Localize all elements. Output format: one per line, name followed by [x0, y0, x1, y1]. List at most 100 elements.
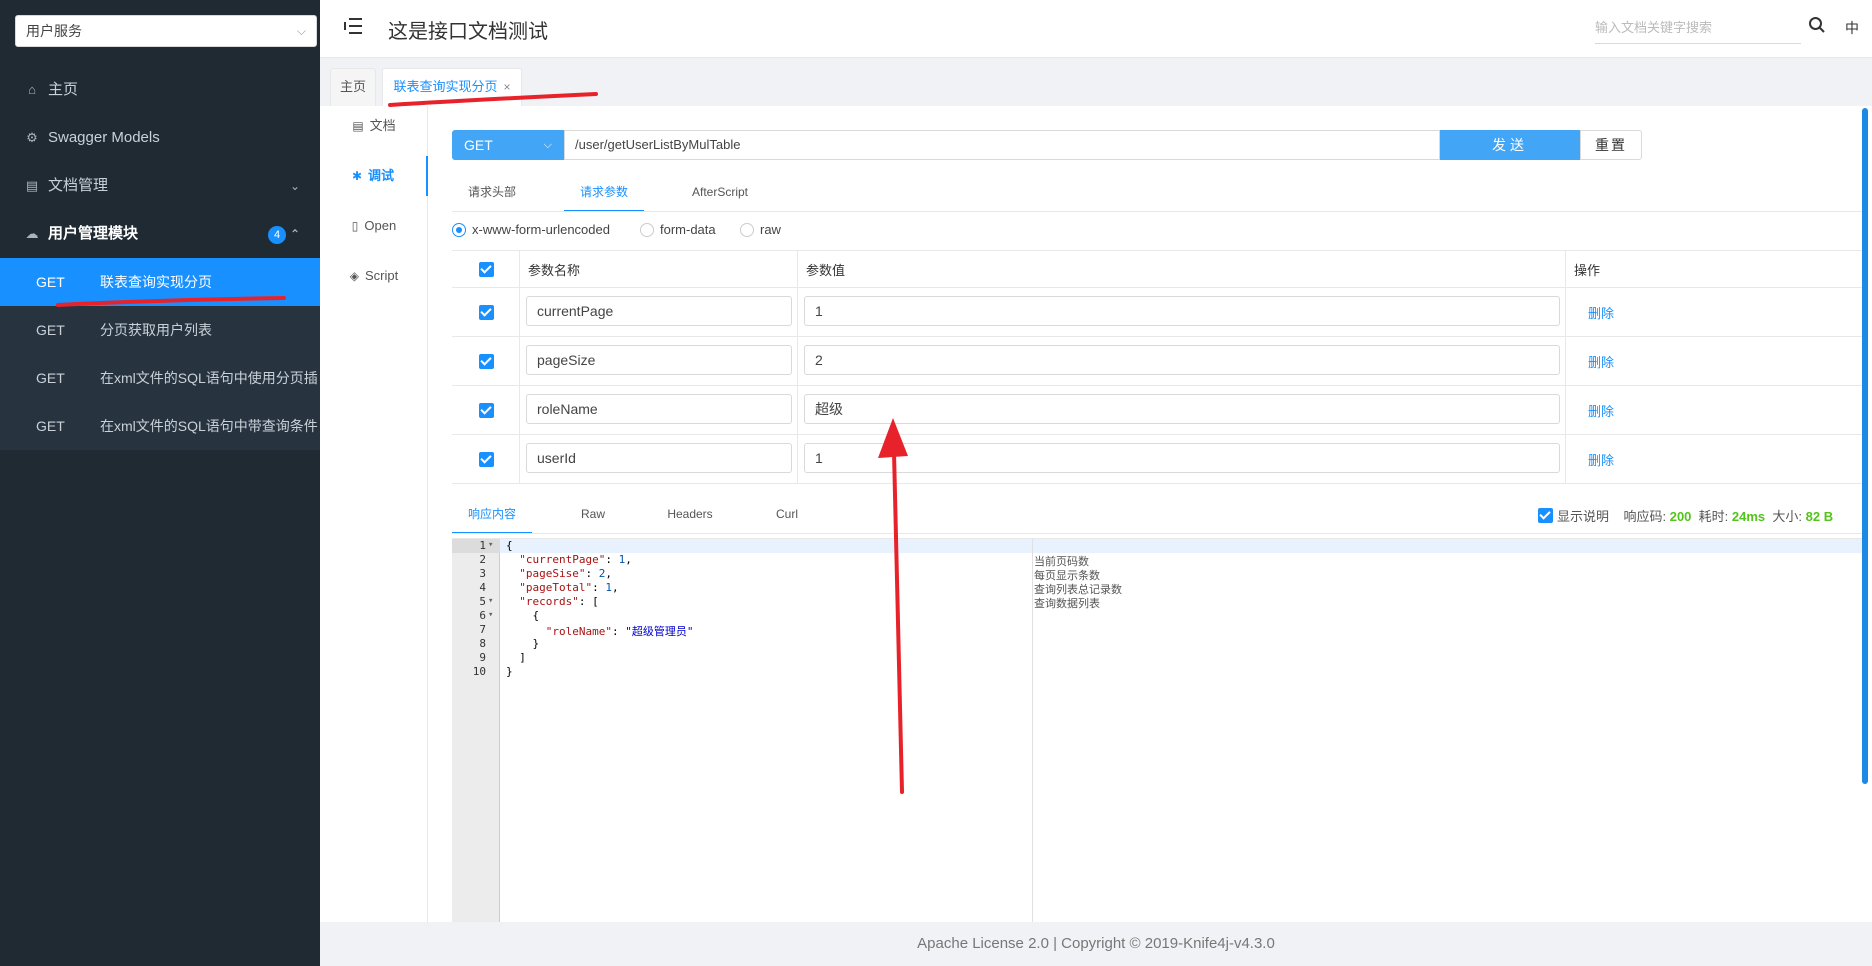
code-token: { — [506, 609, 540, 622]
vnav-doc[interactable]: ▤ 文档 — [320, 106, 428, 146]
radio-form-data[interactable]: form-data — [640, 222, 716, 238]
op-cell: 删除 — [1566, 386, 1686, 434]
radio-icon — [640, 222, 654, 237]
radio-label: x-www-form-urlencoded — [472, 222, 610, 237]
name-cell: pageSize — [520, 337, 798, 385]
param-value-input[interactable]: 超级 — [804, 394, 1560, 424]
response-editor[interactable]: 1 ▾{2 "currentPage": 1, 3 "pageSise": 2, 4 … — [452, 538, 1862, 923]
tab-response-headers[interactable]: Headers — [654, 498, 726, 534]
vnav-script[interactable]: ◈ Script — [320, 256, 428, 296]
code-line: { — [506, 539, 513, 552]
table-header-row: 参数名称 参数值 操作 — [452, 250, 1862, 288]
checkbox-cell — [452, 337, 520, 385]
footer: Apache License 2.0 | Copyright © 2019-Kn… — [320, 922, 1872, 966]
vnav-label: 调试 — [368, 168, 395, 183]
value-cell: 1 — [798, 435, 1566, 483]
row-checkbox[interactable] — [479, 305, 494, 320]
name-cell: currentPage — [520, 288, 798, 336]
method-select[interactable]: GET ⌵ — [452, 130, 564, 160]
param-name-input[interactable]: roleName — [526, 394, 792, 424]
delete-link[interactable]: 删除 — [1588, 401, 1614, 420]
row-checkbox[interactable] — [479, 354, 494, 369]
search-input[interactable]: 输入文档关键字搜索 — [1595, 14, 1801, 44]
param-name-input[interactable]: userId — [526, 443, 792, 473]
line-number: 3 — [479, 567, 486, 580]
language-switch[interactable]: 中 — [1845, 18, 1859, 38]
delete-link[interactable]: 删除 — [1588, 303, 1614, 322]
tab-home[interactable]: 主页 — [330, 68, 376, 106]
param-name-input[interactable]: pageSize — [526, 345, 792, 375]
doc-icon: ▤ — [352, 119, 364, 133]
close-icon[interactable]: × — [504, 80, 511, 94]
method-label: GET — [36, 274, 65, 290]
search-icon[interactable] — [1808, 16, 1826, 34]
vnav-label: Script — [365, 268, 399, 283]
param-value-input[interactable]: 1 — [804, 296, 1560, 326]
fold-toggle-icon[interactable]: ▾ — [488, 610, 493, 620]
response-meta: 显示说明 响应码: 200 耗时: 24ms 大小: 82 B — [1538, 506, 1833, 525]
menu-toggle-icon[interactable] — [344, 18, 362, 34]
tab-label: 主页 — [339, 79, 366, 94]
vnav-open[interactable]: ▯ Open — [320, 206, 428, 246]
code-token: "currentPage" — [519, 553, 606, 566]
tab-response-raw[interactable]: Raw — [558, 498, 628, 534]
sub-item-api-0[interactable]: GET 联表查询实现分页 — [0, 258, 320, 306]
sidebar-item-swagger-models[interactable]: ⚙ Swagger Models — [0, 114, 320, 162]
vnav-debug[interactable]: ✱ 调试 — [320, 156, 428, 196]
send-button[interactable]: 发送 — [1440, 130, 1580, 160]
sub-item-api-1[interactable]: GET 分页获取用户列表 — [0, 306, 320, 354]
service-select[interactable]: 用户服务 ⌵ — [15, 15, 317, 47]
sub-item-api-2[interactable]: GET 在xml文件的SQL语句中使用分页插 — [0, 354, 320, 402]
radio-label: form-data — [660, 222, 716, 237]
tab-request-headers[interactable]: 请求头部 — [452, 176, 532, 212]
code-line: "pageSise": 2, — [506, 567, 612, 580]
delete-link[interactable]: 删除 — [1588, 352, 1614, 371]
param-value-input[interactable]: 2 — [804, 345, 1560, 375]
code-token: "records" — [519, 595, 579, 608]
table-row: roleName 超级 删除 — [452, 386, 1862, 435]
radio-selected-icon — [452, 222, 466, 237]
code-line: { — [506, 609, 539, 622]
tabs-bar: 主页 联表查询实现分页 × — [320, 58, 1872, 106]
param-name-input[interactable]: currentPage — [526, 296, 792, 326]
param-value-input[interactable]: 1 — [804, 443, 1560, 473]
fold-toggle-icon[interactable]: ▾ — [488, 540, 493, 550]
tab-response-curl[interactable]: Curl — [752, 498, 822, 534]
tab-afterscript[interactable]: AfterScript — [680, 176, 760, 212]
sidebar: 用户服务 ⌵ ⌂ 主页 ⚙ Swagger Models ▤ 文档管理 ⌄ ☁ 用户管理… — [0, 0, 320, 966]
sidebar-item-user-module[interactable]: ☁ 用户管理模块 4 ⌃ — [0, 210, 320, 258]
tab-api-page[interactable]: 联表查询实现分页 × — [382, 68, 522, 106]
count-badge: 4 — [268, 226, 286, 244]
vertical-scrollbar[interactable] — [1862, 108, 1868, 784]
reset-button[interactable]: 重置 — [1580, 130, 1642, 160]
sidebar-item-doc-management[interactable]: ▤ 文档管理 ⌄ — [0, 162, 320, 210]
code-line: "currentPage": 1, — [506, 553, 632, 566]
select-all-checkbox[interactable] — [479, 262, 494, 277]
row-checkbox[interactable] — [479, 403, 494, 418]
tab-request-params[interactable]: 请求参数 — [564, 176, 644, 212]
line-number: 9 — [479, 651, 486, 664]
url-input[interactable]: /user/getUserListByMulTable — [564, 130, 1440, 160]
sidebar-item-home[interactable]: ⌂ 主页 — [0, 66, 320, 114]
tab-response-content[interactable]: 响应内容 — [452, 498, 532, 534]
code-token: , — [625, 553, 632, 566]
code-token: } — [506, 637, 540, 650]
radio-raw[interactable]: raw — [740, 222, 781, 238]
bug-icon: ✱ — [351, 169, 363, 183]
header: 这是接口文档测试 输入文档关键字搜索 中 — [320, 0, 1872, 58]
show-desc-checkbox[interactable] — [1538, 508, 1553, 524]
code-line: } — [506, 637, 539, 650]
row-checkbox[interactable] — [479, 452, 494, 467]
sidebar-item-label: 文档管理 — [48, 177, 109, 194]
home-icon: ⌂ — [28, 82, 36, 97]
fold-toggle-icon[interactable]: ▾ — [488, 596, 493, 606]
code-token: "超级管理员" — [625, 625, 694, 638]
api-label: 在xml文件的SQL语句中带查询条件 — [100, 418, 318, 434]
sub-item-api-3[interactable]: GET 在xml文件的SQL语句中带查询条件 — [0, 402, 320, 450]
radio-urlencoded[interactable]: x-www-form-urlencoded — [452, 222, 610, 238]
line-number: 10 — [472, 665, 486, 678]
delete-link[interactable]: 删除 — [1588, 450, 1614, 469]
column-header: 参数名称 — [528, 263, 581, 278]
code-line: "records": [ — [506, 595, 598, 608]
table-row: currentPage 1 删除 — [452, 288, 1862, 337]
